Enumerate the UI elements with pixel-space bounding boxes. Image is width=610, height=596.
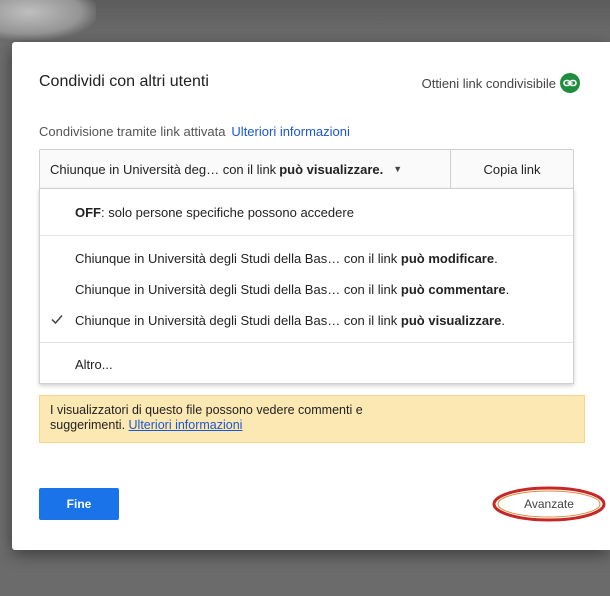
menu-item-can-edit[interactable]: Chiunque in Università degli Studi della… xyxy=(40,246,573,270)
menu-separator xyxy=(40,235,573,236)
dialog-title: Condividi con altri utenti xyxy=(39,73,209,90)
get-shareable-link-button[interactable]: Ottieni link condivisibile xyxy=(422,73,580,93)
menu-item-off-strong: OFF xyxy=(75,204,101,220)
menu-item-can-edit-permission: può modificare xyxy=(400,250,495,266)
notice-line-1: I visualizzatori di questo file possono … xyxy=(50,403,363,417)
notice-learn-more-link[interactable]: Ulteriori informazioni xyxy=(129,418,243,432)
done-button[interactable]: Fine xyxy=(39,488,119,520)
menu-item-can-view[interactable]: Chiunque in Università degli Studi della… xyxy=(40,308,573,332)
link-permission-menu: OFF: solo persone specifiche possono acc… xyxy=(39,188,574,384)
checkmark-icon xyxy=(51,315,63,325)
share-dialog: Condividi con altri utenti Ottieni link … xyxy=(12,42,610,550)
link-permission-value: può visualizzare. xyxy=(279,161,384,177)
menu-item-can-view-suffix: . xyxy=(501,312,505,328)
menu-item-can-comment-suffix: . xyxy=(505,281,510,297)
menu-item-can-comment-permission: può commentare xyxy=(400,281,506,297)
get-link-label: Ottieni link condivisibile xyxy=(421,75,556,91)
background-image-fragment xyxy=(0,0,96,40)
notice-line-2: suggerimenti. xyxy=(50,418,126,432)
caret-down-icon: ▼ xyxy=(393,164,403,174)
link-permission-dropdown[interactable]: Chiunque in Università deg… con il link … xyxy=(40,150,451,188)
menu-item-can-view-prefix: Chiunque in Università degli Studi della… xyxy=(75,312,398,328)
menu-item-can-edit-prefix: Chiunque in Università degli Studi della… xyxy=(75,250,398,266)
advanced-button[interactable]: Avanzate xyxy=(491,485,607,523)
link-sharing-bar: Chiunque in Università deg… con il link … xyxy=(39,149,574,189)
menu-separator xyxy=(40,342,573,343)
menu-item-can-comment[interactable]: Chiunque in Università degli Studi della… xyxy=(40,277,573,301)
learn-more-link[interactable]: Ulteriori informazioni xyxy=(231,124,349,139)
advanced-label: Avanzate xyxy=(524,497,574,511)
menu-item-off[interactable]: OFF: solo persone specifiche possono acc… xyxy=(40,200,573,224)
link-sharing-status-text: Condivisione tramite link attivata xyxy=(39,124,226,139)
background-page-bottom xyxy=(0,552,610,596)
menu-item-can-view-permission: può visualizzare xyxy=(400,312,502,328)
menu-item-can-comment-prefix: Chiunque in Università degli Studi della… xyxy=(75,281,398,297)
comments-notice-banner: I visualizzatori di questo file possono … xyxy=(39,395,585,443)
link-icon[interactable] xyxy=(560,73,580,93)
copy-link-button[interactable]: Copia link xyxy=(451,150,573,188)
link-permission-prefix: Chiunque in Università deg… con il link xyxy=(50,161,277,177)
menu-item-off-text: : solo persone specifiche possono accede… xyxy=(101,204,354,220)
link-sharing-status: Condivisione tramite link attivata Ulteri… xyxy=(39,124,350,139)
menu-item-other[interactable]: Altro... xyxy=(40,352,573,376)
menu-item-other-label: Altro... xyxy=(75,356,113,372)
menu-item-can-edit-suffix: . xyxy=(494,250,498,266)
